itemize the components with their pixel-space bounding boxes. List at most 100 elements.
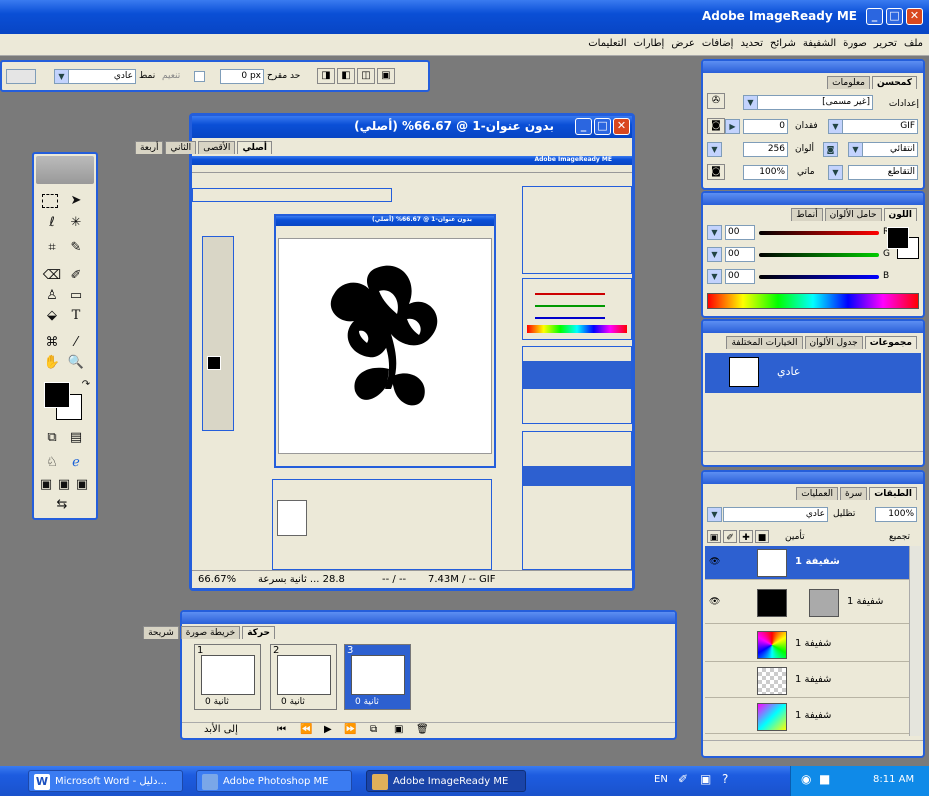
menu-filter[interactable]: إضافات [702,38,734,49]
swap-colors-icon[interactable]: ↷ [76,376,96,394]
tab-color[interactable]: اللون [883,208,917,221]
layers-scrollbar[interactable] [909,546,921,736]
play-icon[interactable]: ▶ [324,724,332,735]
layer-row[interactable]: شفيفة 1 [705,628,909,662]
menu-edit[interactable]: تحرير [874,38,897,49]
opacity-input[interactable]: 100% [875,507,917,522]
new-selection-icon[interactable]: ▣ [377,68,395,84]
tab-styles[interactable]: أنماط [791,208,823,221]
pencil-tool-icon[interactable]: ✐ [66,267,86,285]
antialias-checkbox[interactable] [194,71,205,82]
browser-preview-icon[interactable]: ℯ [66,454,86,472]
droplet-icon[interactable]: ✇ [707,93,725,109]
g-input[interactable]: 00 [725,247,755,262]
g-dropdown[interactable]: ▼ [707,247,722,262]
animation-frame[interactable]: 1 0 ثانية [194,644,261,710]
lossy-mask-icon[interactable]: ◙ [707,118,725,134]
image-map-icon[interactable]: ⧉ [42,429,62,447]
taskbar-item-imageready[interactable]: Adobe ImageReady ME [366,770,526,792]
loop-select[interactable]: إلى الأبد [204,724,238,735]
maximize-button[interactable]: □ [886,8,903,25]
foreground-color-swatch[interactable] [44,382,70,408]
tab-animation[interactable]: حركة [242,626,275,639]
layer-row[interactable]: 👁 شفيفة 1 [705,546,909,580]
tray-icon[interactable]: ▣ [700,772,711,786]
blend-select[interactable]: عادي [723,507,828,522]
animation-frame[interactable]: 2 0 ثانية [270,644,337,710]
previous-frame-icon[interactable]: ⏪ [300,724,312,735]
frame-delay[interactable]: 0 ثانية [355,697,379,707]
size-input[interactable]: 0 px [220,69,264,84]
menu-layer[interactable]: الشفيفة [803,38,836,49]
magic-wand-icon[interactable]: ✳ [66,214,86,232]
menu-slices[interactable]: شرائح [770,38,796,49]
style-item-selected[interactable]: عادي [705,353,921,393]
zoom-tool-icon[interactable]: 🔍 [66,354,86,372]
canvas[interactable]: Adobe ImageReady ME بدون عنوان-1 @ 66.67… [192,156,632,570]
colors-dropdown[interactable]: ▼ [707,142,722,157]
minimize-button[interactable]: _ [866,8,883,25]
layer-row[interactable]: شفيفة 1 [705,664,909,698]
dither-dropdown[interactable]: ▼ [828,165,843,180]
full-screen-icon[interactable]: ▣ [74,476,90,494]
dither-mask-icon[interactable]: ◙ [707,164,725,180]
tab-slice[interactable]: شريحة [143,626,179,639]
frame-delay[interactable]: 0 ثانية [205,697,229,707]
b-dropdown[interactable]: ▼ [707,269,722,284]
tab-color-table[interactable]: جدول الألوان [804,336,863,349]
taskbar-item-word[interactable]: W Microsoft Word - دليل... [28,770,183,792]
menu-select[interactable]: تحديد [740,38,763,49]
visibility-eye-icon[interactable]: 👁 [709,597,721,607]
help-icon[interactable]: ? [722,772,728,786]
layer-row[interactable]: شفيفة 1 [705,700,909,734]
blend-dropdown[interactable]: ▼ [707,507,722,522]
lock-all-icon[interactable]: ■ [755,530,769,543]
subtract-selection-icon[interactable]: ◧ [337,68,355,84]
palette-dropdown[interactable]: ▼ [848,142,863,157]
close-button[interactable]: ✕ [906,8,923,25]
lock-pixels-icon[interactable]: ✐ [723,530,737,543]
colors-input[interactable]: 256 [743,142,788,157]
doc-minimize-button[interactable]: _ [575,118,592,135]
tab-optimize[interactable]: كمحسن [871,76,917,89]
move-tool-icon[interactable]: ➤ [66,192,86,210]
preview-icon[interactable]: ♘ [42,454,62,472]
taskbar-item-photoshop[interactable]: Adobe Photoshop ME [196,770,352,792]
menu-view[interactable]: عرض [671,38,695,49]
status-zoom[interactable]: 66.67% [198,574,236,585]
slice-visibility-icon[interactable]: ▤ [66,429,86,447]
visibility-eye-icon[interactable]: 👁 [709,557,721,567]
tween-icon[interactable]: ⧉ [370,724,377,735]
hand-tool-icon[interactable]: ✋ [42,354,62,372]
eyedropper-tool-icon[interactable]: ⁄ [66,334,86,352]
layer-row[interactable]: 👁 شفيفة 1 [705,586,909,624]
g-slider[interactable] [759,253,879,257]
tab-image-map[interactable]: خريطة صورة [180,626,241,639]
new-frame-icon[interactable]: ▣ [394,724,403,735]
tab-options[interactable]: الخيارات المختلفة [726,336,803,349]
tab-actions[interactable]: العمليات [796,487,838,500]
dither-select[interactable]: التقاطع [848,165,918,180]
menu-help[interactable]: التعليمات [588,38,626,49]
delete-frame-icon[interactable]: 🗑 [416,724,429,735]
tab-info[interactable]: معلومات [827,76,870,89]
frame-delay[interactable]: 0 ثانية [281,697,305,707]
standard-screen-icon[interactable]: ▣ [38,476,54,494]
tab-swatches[interactable]: حامل الألوان [824,208,882,221]
lock-transparency-icon[interactable]: ▣ [707,530,721,543]
palette-mask-icon[interactable]: ◙ [823,142,838,157]
r-slider[interactable] [759,231,879,235]
intersect-selection-icon[interactable]: ◨ [317,68,335,84]
color-fg-swatch[interactable] [887,227,909,249]
tray-icon[interactable]: ✐ [678,772,688,786]
brush-tool-icon[interactable]: ✎ [66,239,86,257]
tab-2up[interactable]: الثاني [165,141,197,154]
full-screen-menu-icon[interactable]: ▣ [56,476,72,494]
settings-select[interactable]: [غير مسمى] [743,95,873,110]
tab-history[interactable]: سرة [839,487,868,500]
tray-icon[interactable]: ■ [819,772,830,786]
tab-original[interactable]: أصلي [237,141,272,154]
lock-position-icon[interactable]: ✚ [739,530,753,543]
type-tool-icon[interactable]: T [66,307,86,325]
first-frame-icon[interactable]: ⏮ [277,724,286,735]
